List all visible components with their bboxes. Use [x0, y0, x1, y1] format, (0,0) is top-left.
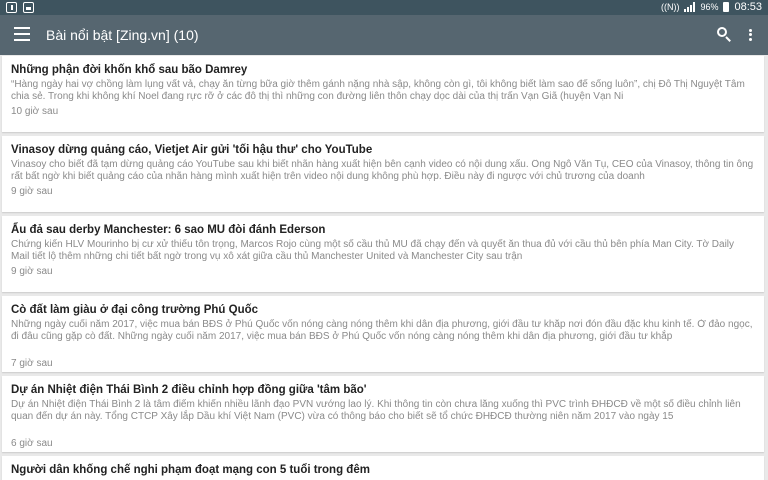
- article-card[interactable]: Người dân khống chế nghi phạm đoạt mạng …: [2, 456, 764, 480]
- clock: 08:53: [734, 1, 762, 13]
- article-title: Cò đất làm giàu ở đại công trường Phú Qu…: [11, 304, 259, 316]
- article-card[interactable]: Dự án Nhiệt điện Thái Bình 2 điều chỉnh …: [2, 376, 764, 452]
- menu-icon[interactable]: [14, 27, 30, 41]
- article-description: Vinasoy cho biết đã tạm dừng quảng cáo Y…: [11, 159, 754, 182]
- notification-image-icon: [23, 2, 34, 13]
- article-description: Những ngày cuối năm 2017, việc mua bán B…: [11, 319, 753, 342]
- article-title: Vinasoy dừng quảng cáo, Vietjet Air gửi …: [11, 144, 373, 156]
- article-time: 7 giờ sau: [11, 358, 53, 369]
- signal-icon: [684, 2, 696, 12]
- more-options-icon[interactable]: [745, 26, 755, 44]
- app-bar: Bài nổi bật [Zing.vn] (10): [0, 15, 768, 55]
- article-description: “Hàng ngày hai vợ chồng làm lụng vất vả,…: [11, 79, 745, 102]
- article-time: 9 giờ sau: [11, 186, 53, 197]
- article-title: Ẩu đả sau derby Manchester: 6 sao MU đòi…: [11, 224, 326, 236]
- article-card[interactable]: Ẩu đả sau derby Manchester: 6 sao MU đòi…: [2, 216, 764, 292]
- article-description: Chứng kiến HLV Mourinho bị cư xử thiếu t…: [11, 239, 735, 262]
- battery-percent: 96%: [700, 2, 719, 12]
- article-time: 6 giờ sau: [11, 438, 53, 449]
- article-card[interactable]: Vinasoy dừng quảng cáo, Vietjet Air gửi …: [2, 136, 764, 212]
- battery-icon: [723, 2, 730, 12]
- article-title: Người dân khống chế nghi phạm đoạt mạng …: [11, 464, 370, 476]
- search-icon[interactable]: [716, 26, 734, 44]
- article-description: Dự án Nhiệt điện Thái Bình 2 là tâm điểm…: [11, 399, 741, 422]
- article-card[interactable]: Cò đất làm giàu ở đại công trường Phú Qu…: [2, 296, 764, 372]
- notification-alert-icon: [6, 2, 17, 13]
- page-title: Bài nổi bật [Zing.vn] (10): [46, 27, 199, 43]
- nfc-icon: ((N)): [660, 2, 680, 12]
- article-title: Dự án Nhiệt điện Thái Bình 2 điều chỉnh …: [11, 384, 367, 396]
- article-time: 10 giờ sau: [11, 106, 59, 117]
- status-bar: ((N)) 96% 08:53: [0, 0, 768, 15]
- article-time: 9 giờ sau: [11, 266, 53, 277]
- article-title: Những phận đời khốn khổ sau bão Damrey: [11, 64, 248, 76]
- article-card[interactable]: Những phận đời khốn khổ sau bão Damrey “…: [2, 56, 764, 132]
